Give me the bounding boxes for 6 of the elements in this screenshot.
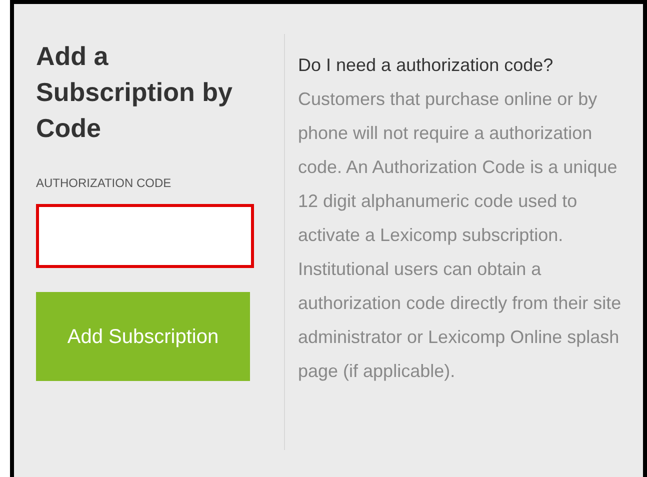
help-question: Do I need a authorization code? xyxy=(298,54,554,77)
add-subscription-button[interactable]: Add Subscription xyxy=(36,292,250,381)
help-text: Customers that purchase online or by phone will not require a authorization code. An Authorization Code is a unique 12 digit alphanumeric code used to activate a Lexicomp subscription. Institutional users can obtain a authorization code directly from their site administrator or Lexicomp Online splash page (if applicable). xyxy=(298,88,622,383)
field-label: AUTHORIZATION CODE xyxy=(36,175,172,192)
input-field[interactable] xyxy=(36,204,254,268)
form-title: Add a Subscription by Code xyxy=(36,40,234,145)
